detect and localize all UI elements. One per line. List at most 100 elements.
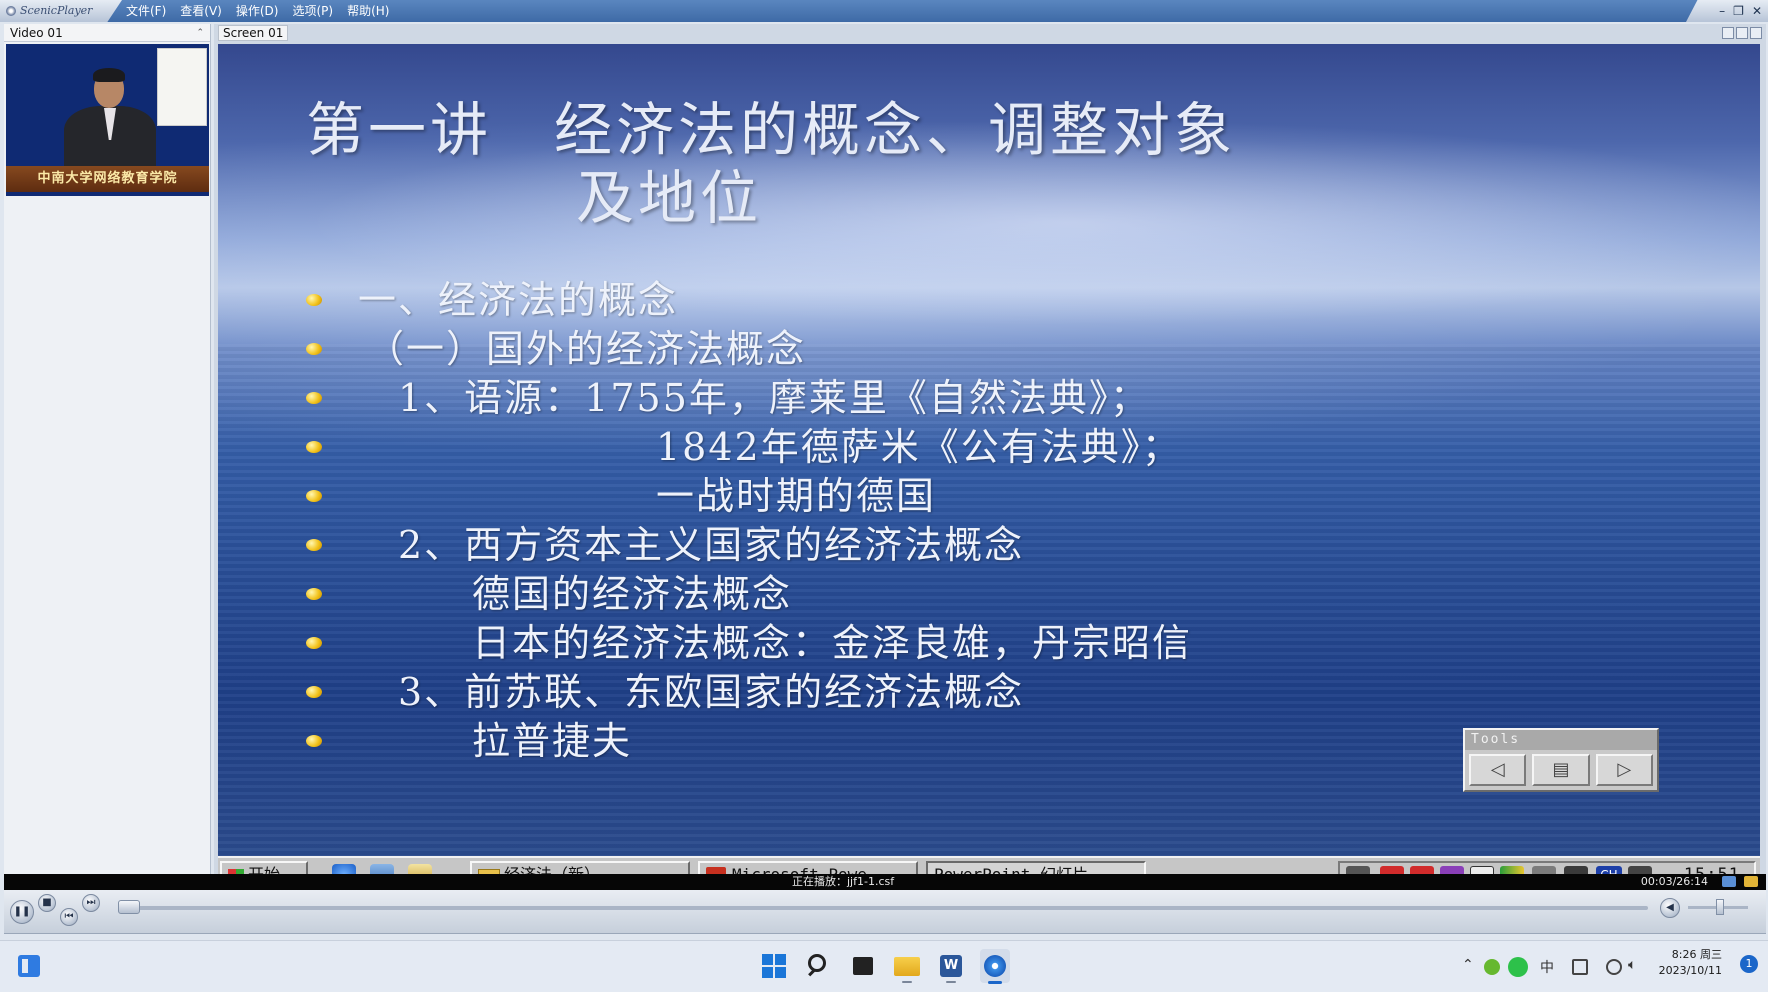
- slide-menu-button[interactable]: ▤: [1532, 754, 1590, 786]
- slide-title-line2: 及地位: [576, 164, 763, 232]
- pause-button[interactable]: ❚❚: [10, 900, 34, 924]
- notification-badge[interactable]: 1: [1740, 955, 1758, 973]
- player-status-strip: 正在播放：jjf1-1.csf 00:03/26:14: [4, 874, 1766, 890]
- menu-help[interactable]: 帮助(H): [347, 0, 389, 22]
- scenicplayer-button[interactable]: [980, 949, 1010, 984]
- slide-title-line1: 第一讲 经济法的概念、调整对象: [306, 96, 1237, 164]
- screen-view-buttons: [1722, 27, 1762, 39]
- bullet-dot-icon: [306, 637, 322, 649]
- file-explorer-button[interactable]: [892, 949, 922, 983]
- bullet-dot-icon: [306, 735, 322, 747]
- video-panel: Video 01 ⌃ 中南大学网络教育学院: [4, 24, 211, 874]
- screen-label[interactable]: Screen 01: [218, 25, 289, 41]
- bullet-item: 一战时期的德国: [306, 472, 1606, 521]
- slide-tools-popup: Tools ◁ ▤ ▷: [1463, 728, 1659, 792]
- slide-title: 第一讲 经济法的概念、调整对象 及地位: [306, 96, 1236, 232]
- app-title-bar: ScenicPlayer 文件(F) 查看(V) 操作(D) 选项(P) 帮助(…: [0, 0, 1768, 22]
- search-button[interactable]: [804, 949, 834, 983]
- ime-icon[interactable]: 中: [1540, 957, 1554, 977]
- speaker-icon[interactable]: 🔈︎: [1628, 957, 1636, 973]
- video-panel-header[interactable]: Video 01 ⌃: [4, 24, 210, 42]
- chevron-up-icon[interactable]: ⌃: [1462, 957, 1474, 973]
- screen-restore-button[interactable]: [1736, 27, 1748, 39]
- start-menu-button[interactable]: [760, 949, 790, 983]
- checkbox-icon[interactable]: [1572, 959, 1588, 975]
- bullet-item: 日本的经济法概念：金泽良雄，丹宗昭信: [306, 619, 1606, 668]
- screen-header: Screen 01: [214, 24, 1766, 42]
- video-panel-title: Video 01: [10, 26, 63, 40]
- close-button[interactable]: ✕: [1752, 0, 1762, 22]
- menu-operate[interactable]: 操作(D): [236, 0, 279, 22]
- bullet-item: 1842年德萨米《公有法典》；: [306, 423, 1606, 472]
- wechat-icon[interactable]: [1508, 957, 1528, 977]
- disc-icon: [6, 6, 16, 16]
- os-clock[interactable]: 8:26 周三 2023/10/11: [1659, 947, 1722, 979]
- widgets-icon[interactable]: [18, 955, 40, 977]
- os-date: 2023/10/11: [1658, 964, 1722, 977]
- bullet-item: 2、西方资本主义国家的经济法概念: [306, 521, 1606, 570]
- previous-button[interactable]: ⏮: [60, 908, 78, 926]
- menu-options[interactable]: 选项(P): [292, 0, 333, 22]
- word-button[interactable]: W: [936, 949, 966, 983]
- playlist-icon[interactable]: [1722, 876, 1736, 887]
- bullet-item: 1、语源：1755年，摩莱里《自然法典》；: [306, 374, 1606, 423]
- slide-bullet-list: 一、经济法的概念 （一）国外的经济法概念 1、语源：1755年，摩莱里《自然法典…: [306, 276, 1606, 766]
- menu-file[interactable]: 文件(F): [126, 0, 166, 22]
- next-button[interactable]: ⏭: [82, 894, 100, 912]
- os-taskbar: W ⌃ 中 🔈︎ 8:26 周三 2023/10/11 1: [0, 940, 1768, 992]
- folder-icon: [894, 957, 920, 976]
- globe-icon[interactable]: [1606, 959, 1622, 975]
- menu-bar: 文件(F) 查看(V) 操作(D) 选项(P) 帮助(H): [126, 0, 389, 22]
- tools-buttons: ◁ ▤ ▷: [1465, 750, 1657, 790]
- minimize-button[interactable]: –: [1719, 0, 1725, 22]
- taskbar-apps: W: [760, 949, 1010, 984]
- vpn-icon[interactable]: [1484, 959, 1500, 975]
- player-app-icon: [984, 955, 1006, 977]
- stop-button[interactable]: ■: [38, 894, 56, 912]
- seek-bar[interactable]: [118, 906, 1648, 910]
- bullet-dot-icon: [306, 294, 322, 306]
- menu-view[interactable]: 查看(V): [180, 0, 222, 22]
- tools-title: Tools: [1465, 730, 1657, 750]
- active-indicator: [902, 981, 912, 983]
- bullet-dot-icon: [306, 343, 322, 355]
- screen-fullscreen-button[interactable]: [1750, 27, 1762, 39]
- os-time: 8:26 周三: [1671, 948, 1722, 961]
- screen-layout-button[interactable]: [1722, 27, 1734, 39]
- next-slide-button[interactable]: ▷: [1595, 754, 1653, 786]
- search-icon-handle: [808, 968, 816, 977]
- task-view-icon: [853, 957, 873, 975]
- bullet-dot-icon: [306, 490, 322, 502]
- volume-thumb[interactable]: [1716, 899, 1724, 915]
- restore-button[interactable]: ❐: [1733, 0, 1744, 22]
- previous-slide-button[interactable]: ◁: [1469, 754, 1527, 786]
- lecturer-hair: [93, 68, 125, 82]
- bullet-item: （一）国外的经济法概念: [306, 325, 1606, 374]
- presentation-slide: 第一讲 经济法的概念、调整对象 及地位 一、经济法的概念 （一）国外的经济法概念…: [218, 44, 1760, 856]
- screen-area: Screen 01 第一讲 经济法的概念、调整对象 及地位 一、经济法的概念 （…: [214, 24, 1766, 892]
- open-folder-icon[interactable]: [1744, 876, 1758, 887]
- windows-logo-icon: [762, 954, 788, 978]
- window-controls: – ❐ ✕: [1719, 0, 1762, 22]
- active-indicator: [946, 981, 956, 983]
- word-icon: W: [940, 955, 962, 977]
- bullet-item: 德国的经济法概念: [306, 570, 1606, 619]
- collapse-icon[interactable]: ⌃: [196, 24, 204, 42]
- whiteboard-image: [157, 48, 207, 126]
- bullet-dot-icon: [306, 539, 322, 551]
- bullet-dot-icon: [306, 588, 322, 600]
- player-controls: ❚❚ ■ ⏮ ⏭ ◀: [4, 890, 1766, 934]
- seek-thumb[interactable]: [118, 900, 140, 914]
- app-title: ScenicPlayer: [20, 4, 93, 17]
- now-playing-text: 正在播放：jjf1-1.csf: [792, 875, 895, 888]
- lecturer-video[interactable]: 中南大学网络教育学院: [6, 44, 209, 196]
- bullet-dot-icon: [306, 686, 322, 698]
- elapsed-time: 00:03/26:14: [1640, 875, 1708, 888]
- bullet-dot-icon: [306, 441, 322, 453]
- school-banner: 中南大学网络教育学院: [6, 166, 209, 192]
- active-indicator: [988, 981, 1002, 984]
- app-logo: ScenicPlayer: [0, 0, 122, 22]
- task-view-button[interactable]: [848, 949, 878, 983]
- volume-icon[interactable]: ◀: [1660, 898, 1680, 918]
- bullet-item: 拉普捷夫: [306, 717, 1606, 766]
